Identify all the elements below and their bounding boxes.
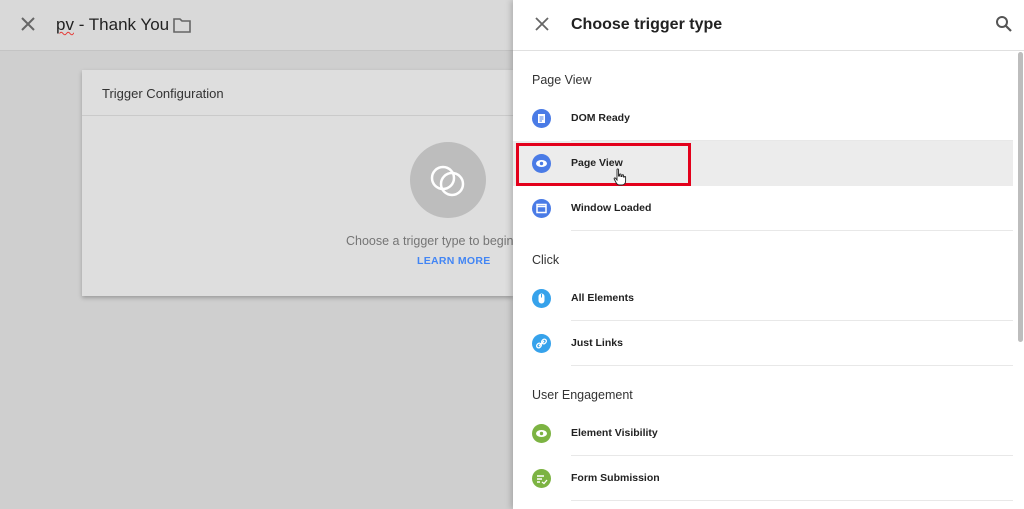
trigger-configuration-card: Trigger Configuration Choose a trigger t…: [82, 70, 523, 296]
trigger-item-just-links[interactable]: Just Links: [513, 321, 1013, 366]
folder-icon[interactable]: [172, 16, 192, 34]
trigger-item-window-loaded[interactable]: Window Loaded: [513, 186, 1013, 231]
trigger-rings-icon: [430, 165, 465, 197]
trigger-item-element-visibility[interactable]: Element Visibility: [513, 411, 1013, 456]
document-icon: [532, 109, 551, 128]
close-icon[interactable]: [533, 15, 551, 33]
link-icon: [532, 334, 551, 353]
search-icon[interactable]: [995, 15, 1013, 33]
close-icon[interactable]: [18, 14, 38, 34]
choose-trigger-prompt: Choose a trigger type to begin s: [346, 234, 524, 248]
trigger-item-label: All Elements: [571, 292, 635, 304]
trigger-item-label: Element Visibility: [571, 427, 658, 439]
card-divider: [82, 115, 513, 116]
section-page-view: Page View: [532, 73, 592, 87]
section-user-engagement: User Engagement: [532, 388, 633, 402]
hand-cursor-icon: [613, 168, 627, 186]
form-icon: [532, 469, 551, 488]
drawer-header: Choose trigger type: [513, 0, 1024, 51]
trigger-item-form-submission[interactable]: Form Submission: [513, 456, 1013, 501]
tag-name-title[interactable]: pv - Thank You: [56, 15, 169, 35]
trigger-item-label: Form Submission: [571, 472, 660, 484]
trigger-item-dom-ready[interactable]: DOM Ready: [513, 96, 1013, 141]
mouse-icon: [532, 289, 551, 308]
window-icon: [532, 199, 551, 218]
trigger-item-all-elements[interactable]: All Elements: [513, 276, 1013, 321]
scrollbar[interactable]: [1018, 52, 1023, 342]
tag-name-rest: - Thank You: [73, 15, 170, 34]
item-divider: [571, 500, 1013, 501]
section-click: Click: [532, 253, 560, 267]
choose-trigger-drawer: Choose trigger type Page View DOM Ready …: [513, 0, 1024, 509]
learn-more-link[interactable]: LEARN MORE: [417, 255, 491, 267]
item-divider: [571, 230, 1013, 231]
item-divider: [571, 365, 1013, 366]
drawer-title: Choose trigger type: [571, 16, 723, 33]
tag-name-prefix: pv: [56, 15, 74, 34]
trigger-placeholder-icon[interactable]: [410, 142, 486, 218]
selection-highlight-box: [516, 143, 691, 186]
card-title: Trigger Configuration: [102, 86, 224, 101]
eye-icon: [532, 424, 551, 443]
trigger-item-label: Just Links: [571, 337, 623, 349]
trigger-item-label: Window Loaded: [571, 202, 652, 214]
editor-header: pv - Thank You: [0, 0, 513, 51]
trigger-item-label: DOM Ready: [571, 112, 630, 124]
